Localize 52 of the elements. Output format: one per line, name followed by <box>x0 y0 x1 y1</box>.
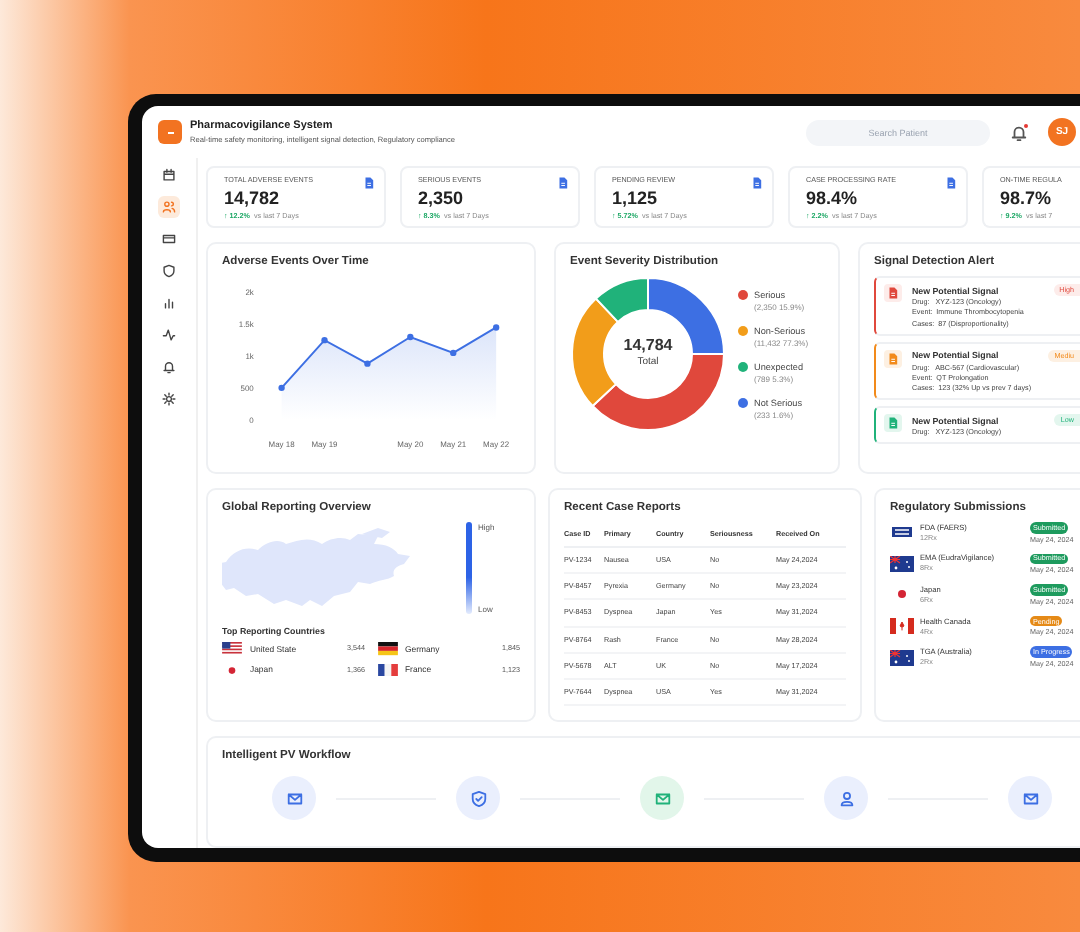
sidebar-item[interactable] <box>158 164 180 186</box>
agency-logo-icon <box>890 524 914 541</box>
stat-value: 1,125 <box>612 188 660 208</box>
mail-icon <box>285 789 303 807</box>
document-icon <box>556 176 570 190</box>
data-point <box>407 333 414 341</box>
stat-value: 14,782 <box>224 188 282 208</box>
shield-icon <box>162 264 176 278</box>
user-icon <box>837 789 855 807</box>
workflow-step[interactable] <box>824 776 868 820</box>
us-flag-icon <box>222 642 242 656</box>
card-icon <box>162 232 176 246</box>
data-point <box>493 324 500 331</box>
stat-value: 98.4% <box>806 188 860 208</box>
calendar-icon <box>162 168 176 182</box>
settings-icon <box>162 392 176 406</box>
data-point <box>321 337 328 344</box>
document-icon <box>886 286 900 300</box>
bell-icon <box>162 360 176 374</box>
document-icon <box>944 176 958 190</box>
sidebar-item[interactable] <box>158 356 180 378</box>
total-value: 14,784 <box>623 336 673 354</box>
data-point <box>450 349 457 357</box>
data-point <box>278 384 285 392</box>
australia-flag-icon <box>890 649 914 666</box>
mail-icon <box>653 789 671 807</box>
sidebar-item[interactable] <box>158 324 180 346</box>
stat-value: 98.7% <box>1000 188 1054 208</box>
bar-chart-icon <box>162 296 176 310</box>
data-point <box>364 360 371 367</box>
bell-icon[interactable] <box>1010 123 1028 141</box>
canada-flag-icon <box>890 618 914 635</box>
workflow-step[interactable] <box>456 776 500 820</box>
users-icon <box>162 200 176 214</box>
workflow-step[interactable] <box>1008 776 1052 820</box>
mail-icon <box>1021 789 1039 807</box>
document-icon <box>750 176 764 190</box>
heat-scale-bar <box>466 522 472 614</box>
sidebar-item[interactable] <box>158 260 180 282</box>
document-icon <box>886 351 900 366</box>
workflow-step[interactable] <box>272 776 316 820</box>
activity-icon <box>162 328 176 342</box>
shield-check-icon <box>469 789 487 807</box>
document-icon <box>886 416 900 431</box>
workflow-step[interactable] <box>640 776 684 820</box>
france-flag-icon <box>377 663 397 677</box>
stat-value: 2,350 <box>418 188 466 208</box>
germany-flag-icon <box>377 642 397 656</box>
sidebar-item[interactable] <box>158 388 180 410</box>
australia-flag-icon <box>890 555 914 572</box>
app-logo-icon <box>158 120 182 144</box>
document-icon <box>362 176 376 190</box>
